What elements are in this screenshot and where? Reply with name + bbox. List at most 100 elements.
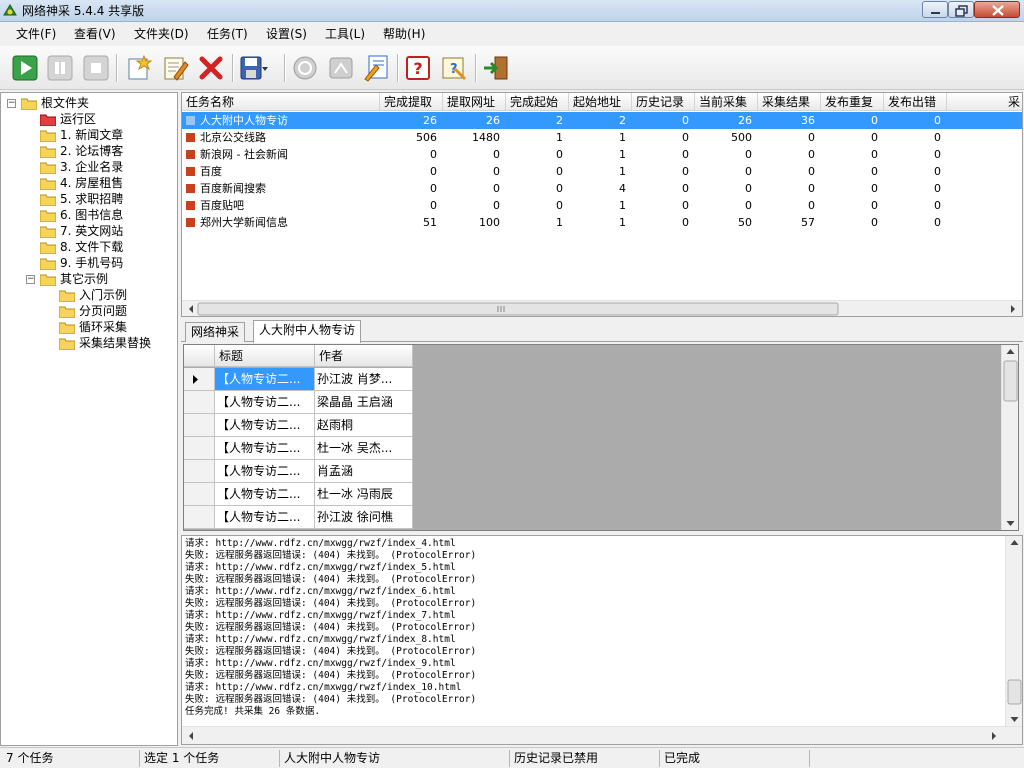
tab-wangluo-shencai[interactable]: 网络神采 xyxy=(185,322,246,342)
help-icon[interactable]: ? xyxy=(403,53,433,83)
menu-settings[interactable]: 设置(S) xyxy=(266,27,307,41)
result-cell-author[interactable]: 赵雨桐 xyxy=(315,414,413,437)
collapse-icon[interactable]: − xyxy=(26,275,35,284)
exit-icon[interactable] xyxy=(481,53,511,83)
log-line: 失败: 远程服务器返回错误: (404) 未找到。 (ProtocolError… xyxy=(185,694,477,705)
result-cell-author[interactable]: 肖孟涵 xyxy=(315,460,413,483)
menu-folder[interactable]: 文件夹(D) xyxy=(134,27,189,41)
menu-task[interactable]: 任务(T) xyxy=(207,27,248,41)
task-row[interactable]: 新浪网 - 社会新闻 0 0 0 1 0 0 0 0 0 xyxy=(182,146,1022,163)
task-row[interactable]: 郑州大学新闻信息 51 100 1 1 0 50 57 0 0 xyxy=(182,214,1022,231)
log-line: 失败: 远程服务器返回错误: (404) 未找到。 (ProtocolError… xyxy=(185,670,477,681)
disabled-export-icon[interactable] xyxy=(326,53,356,83)
task-table-header: 任务名称 完成提取 提取网址 完成起始 起始地址 历史记录 当前采集 采集结果 … xyxy=(182,93,1022,111)
tree-root[interactable]: − 根文件夹 xyxy=(1,95,177,111)
task-cell: 1 xyxy=(619,131,626,144)
task-cell: 0 xyxy=(682,182,689,195)
minimize-button[interactable] xyxy=(922,1,948,18)
column-header[interactable]: 完成起始 xyxy=(506,93,569,111)
result-cell-author[interactable]: 梁晶晶 王启涵 xyxy=(315,391,413,414)
tree-item-replace[interactable]: 采集结果替换 xyxy=(1,335,177,351)
column-header[interactable]: 采集结果 xyxy=(758,93,821,111)
menu-tools[interactable]: 工具(L) xyxy=(325,27,365,41)
stop-icon[interactable] xyxy=(81,53,111,83)
menu-view[interactable]: 查看(V) xyxy=(74,27,116,41)
task-cell: 0 xyxy=(556,199,563,212)
tree-item-downloads[interactable]: 8. 文件下载 xyxy=(1,239,177,255)
task-cell: 0 xyxy=(493,182,500,195)
result-cell-author[interactable]: 孙江波 肖梦... xyxy=(315,368,413,391)
task-cell: 57 xyxy=(801,216,815,229)
disabled-run-icon[interactable] xyxy=(290,53,320,83)
result-cell-title[interactable]: 【人物专访二... xyxy=(215,437,315,460)
result-cell-author[interactable]: 杜一冰 吴杰... xyxy=(315,437,413,460)
log-vertical-scrollbar[interactable] xyxy=(1005,536,1022,726)
task-row[interactable]: 百度贴吧 0 0 0 1 0 0 0 0 0 xyxy=(182,197,1022,214)
task-row[interactable]: 北京公交线路 506 1480 1 1 0 500 0 0 0 xyxy=(182,129,1022,146)
column-header-title[interactable]: 标题 xyxy=(215,345,315,367)
log-line: 请求: http://www.rdfz.cn/mxwgg/rwzf/index_… xyxy=(185,538,456,549)
search-help-icon[interactable]: ? xyxy=(439,53,469,83)
result-cell-author[interactable]: 孙江波 徐问樵 xyxy=(315,506,413,529)
tab-rendafuzhong[interactable]: 人大附中人物专访 xyxy=(253,320,362,343)
column-header[interactable]: 完成提取 xyxy=(380,93,443,111)
tree-item-english[interactable]: 7. 英文网站 xyxy=(1,223,177,239)
tree-item-phone[interactable]: 9. 手机号码 xyxy=(1,255,177,271)
log-horizontal-scrollbar[interactable] xyxy=(182,726,1022,744)
collapse-icon[interactable]: − xyxy=(7,99,16,108)
result-cell-title[interactable]: 【人物专访二... xyxy=(215,460,315,483)
tree-item-run-area[interactable]: 运行区 xyxy=(1,111,177,127)
menu-file[interactable]: 文件(F) xyxy=(16,27,56,41)
restore-button[interactable] xyxy=(948,1,974,18)
app-logo-icon xyxy=(3,4,17,16)
task-name: 百度贴吧 xyxy=(200,199,244,212)
tree-item-intro[interactable]: 入门示例 xyxy=(1,287,177,303)
pause-icon[interactable] xyxy=(45,53,75,83)
column-header[interactable]: 发布重复 xyxy=(821,93,884,111)
result-cell-title[interactable]: 【人物专访二... xyxy=(215,506,315,529)
task-row[interactable]: 百度新闻搜索 0 0 0 4 0 0 0 0 0 xyxy=(182,180,1022,197)
edit-task-icon[interactable] xyxy=(160,53,190,83)
row-header xyxy=(184,460,215,483)
column-header[interactable]: 起始地址 xyxy=(569,93,632,111)
column-header[interactable]: 发布出错 xyxy=(884,93,947,111)
tree-item-jobs[interactable]: 5. 求职招聘 xyxy=(1,191,177,207)
horizontal-scrollbar[interactable] xyxy=(182,300,1022,316)
result-cell-author[interactable]: 杜一冰 冯雨辰 xyxy=(315,483,413,506)
folder-icon xyxy=(40,210,56,222)
log-line: 请求: http://www.rdfz.cn/mxwgg/rwzf/index_… xyxy=(185,658,456,669)
tree-label: 3. 企业名录 xyxy=(60,160,124,174)
task-row[interactable]: 百度 0 0 0 1 0 0 0 0 0 xyxy=(182,163,1022,180)
tree-item-news[interactable]: 1. 新闻文章 xyxy=(1,127,177,143)
task-name: 人大附中人物专访 xyxy=(200,114,288,127)
start-icon[interactable] xyxy=(10,53,40,83)
tree-item-loop[interactable]: 循环采集 xyxy=(1,319,177,335)
save-icon[interactable] xyxy=(238,53,268,83)
result-cell-title[interactable]: 【人物专访二... xyxy=(215,368,315,391)
column-header-author[interactable]: 作者 xyxy=(315,345,413,367)
result-cell-title[interactable]: 【人物专访二... xyxy=(215,391,315,414)
result-cell-title[interactable]: 【人物专访二... xyxy=(215,414,315,437)
close-button[interactable] xyxy=(974,1,1020,18)
task-row[interactable]: 人大附中人物专访 26 26 2 2 0 26 36 0 0 xyxy=(182,112,1022,129)
column-header[interactable]: 采 xyxy=(947,93,1022,111)
column-header[interactable]: 任务名称 xyxy=(182,93,380,111)
task-cell: 0 xyxy=(871,199,878,212)
result-cell-title[interactable]: 【人物专访二... xyxy=(215,483,315,506)
column-header[interactable]: 历史记录 xyxy=(632,93,695,111)
menu-help[interactable]: 帮助(H) xyxy=(383,27,425,41)
tree-item-forum[interactable]: 2. 论坛博客 xyxy=(1,143,177,159)
task-cell: 0 xyxy=(430,199,437,212)
tree-item-company[interactable]: 3. 企业名录 xyxy=(1,159,177,175)
tree-item-books[interactable]: 6. 图书信息 xyxy=(1,207,177,223)
tree-item-housing[interactable]: 4. 房屋租售 xyxy=(1,175,177,191)
new-task-icon[interactable] xyxy=(124,53,154,83)
tree-item-paging[interactable]: 分页问题 xyxy=(1,303,177,319)
column-header[interactable]: 当前采集 xyxy=(695,93,758,111)
result-vertical-scrollbar[interactable] xyxy=(1001,345,1018,530)
delete-task-icon[interactable] xyxy=(196,53,226,83)
column-header[interactable]: 提取网址 xyxy=(443,93,506,111)
wizard-icon[interactable] xyxy=(361,53,391,83)
tree-item-other[interactable]: − 其它示例 xyxy=(1,271,177,287)
log-output[interactable]: 请求: http://www.rdfz.cn/mxwgg/rwzf/index_… xyxy=(181,535,1023,745)
